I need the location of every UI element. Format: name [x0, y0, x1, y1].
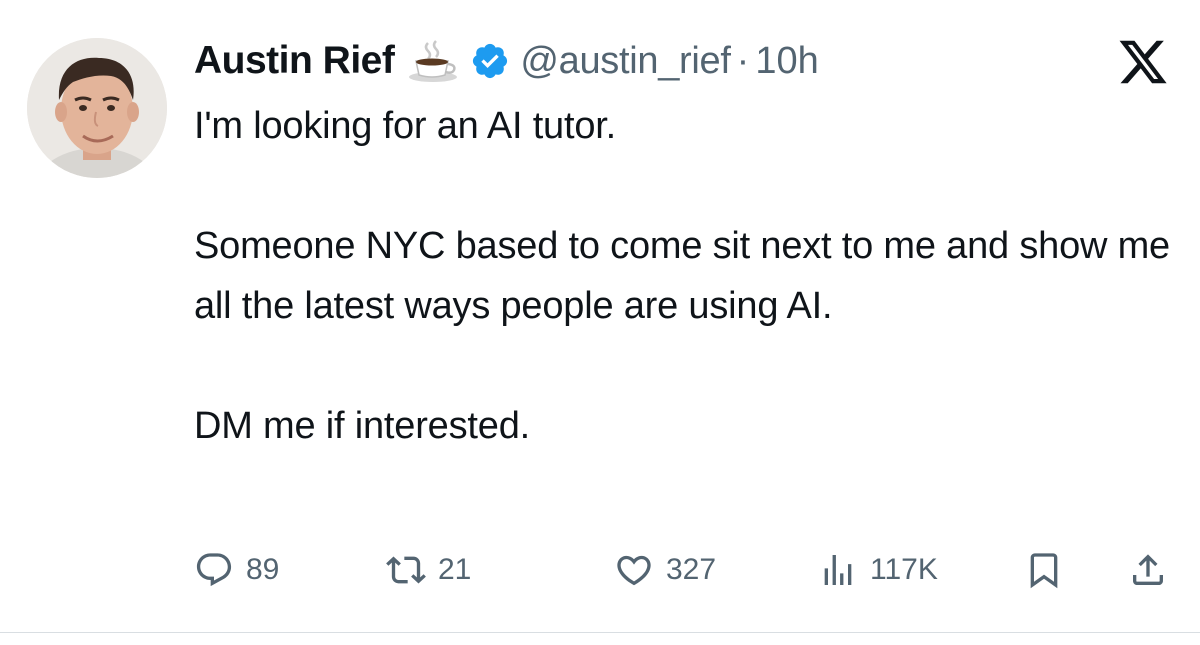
- share-button[interactable]: [1128, 540, 1168, 600]
- tweet-paragraph: DM me if interested.: [194, 405, 530, 447]
- avatar[interactable]: [27, 38, 167, 178]
- action-bar: 89 21 327 117K: [194, 540, 1174, 600]
- like-count: 327: [666, 553, 717, 586]
- reply-count: 89: [246, 553, 280, 586]
- reply-icon: [196, 553, 232, 587]
- views-button[interactable]: 117K: [818, 540, 938, 600]
- timestamp[interactable]: 10h: [755, 40, 818, 83]
- author-handle[interactable]: @austin_rief: [520, 40, 731, 83]
- separator-dot: ·: [736, 39, 750, 82]
- repost-button[interactable]: 21: [386, 540, 471, 600]
- tweet-paragraph: I'm looking for an AI tutor.: [194, 105, 616, 147]
- repost-icon: [386, 556, 426, 584]
- avatar-image: [27, 38, 167, 178]
- author-name[interactable]: Austin Rief: [194, 39, 395, 83]
- share-icon: [1133, 554, 1163, 585]
- reply-button[interactable]: 89: [194, 540, 279, 600]
- tweet-text: I'm looking for an AI tutor. Someone NYC…: [194, 96, 1174, 456]
- verified-badge-icon[interactable]: [470, 41, 510, 81]
- tweet-header: Austin Rief @austin_rief · 10h: [194, 36, 819, 86]
- x-logo-icon: [1115, 38, 1171, 86]
- tweet-paragraph: Someone NYC based to come sit next to me…: [194, 225, 1170, 327]
- heart-icon: [617, 555, 651, 586]
- divider: [0, 632, 1200, 633]
- coffee-icon: [408, 39, 460, 83]
- analytics-icon: [824, 555, 852, 585]
- bookmark-icon: [1030, 553, 1058, 589]
- views-count: 117K: [870, 553, 938, 586]
- bookmark-button[interactable]: [1024, 540, 1064, 600]
- like-button[interactable]: 327: [614, 540, 716, 600]
- tweet-card: Austin Rief @austin_rief · 10h I'm looki…: [0, 0, 1200, 645]
- repost-count: 21: [438, 553, 472, 586]
